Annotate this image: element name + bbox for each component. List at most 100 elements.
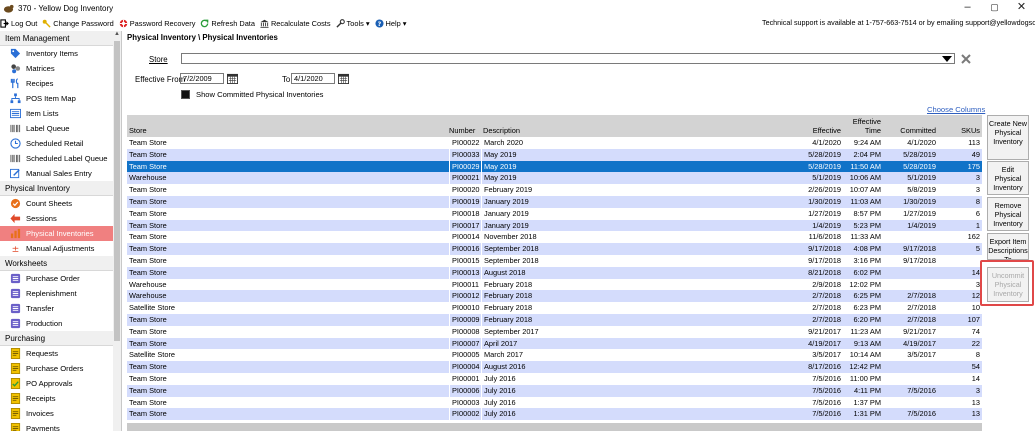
table-row[interactable]: Warehouse PI00012 February 2018 2/7/2018 6:2… xyxy=(127,290,982,303)
column-header-committed[interactable]: Committed xyxy=(900,126,936,135)
tools-menu[interactable]: Tools ▾ xyxy=(335,19,370,28)
table-row[interactable]: Warehouse PI00021 May 2019 5/1/2019 10:06 AM… xyxy=(127,172,982,185)
sidebar-item-replenishment[interactable]: Replenishment xyxy=(0,286,114,301)
sidebar-section-purchasing[interactable]: Purchasing xyxy=(0,331,114,346)
cell-number: PI00005 xyxy=(449,349,480,362)
sidebar-item-manual-sales-entry[interactable]: Manual Sales Entry xyxy=(0,166,114,181)
table-row[interactable]: Team Store PI00016 September 2018 9/17/2018… xyxy=(127,243,982,255)
table-row[interactable]: Team Store PI00018 January 2019 1/27/2019 8:… xyxy=(127,207,982,220)
sidebar-item-production[interactable]: Production xyxy=(0,316,114,331)
sidebar-item-sessions[interactable]: Sessions xyxy=(0,211,114,226)
sidebar-item-manual-adjustments[interactable]: ± Manual Adjustments xyxy=(0,241,114,256)
create-physical-inventory-button[interactable]: Create New Physical Inventory xyxy=(987,115,1029,160)
calendar-icon[interactable] xyxy=(227,73,238,84)
cell-number: PI00009 xyxy=(449,313,480,326)
sidebar-item-pos-item-map[interactable]: POS Item Map xyxy=(0,91,114,106)
sidebar-section-item-management[interactable]: Item Management xyxy=(0,31,114,46)
cell-description: May 2019 xyxy=(481,148,516,161)
column-header-store[interactable]: Store xyxy=(129,126,147,135)
effective-from-field[interactable]: 7/2/2009 xyxy=(180,73,224,84)
sidebar-item-physical-inventories[interactable]: Physical Inventories xyxy=(0,226,114,241)
sidebar-item-receipts[interactable]: Receipts xyxy=(0,391,114,406)
table-row[interactable]: Team Store PI00019 January 2019 1/30/2019 11… xyxy=(127,195,982,208)
cell-store: Warehouse xyxy=(129,291,167,301)
sidebar-item-label-queue[interactable]: Label Queue xyxy=(0,121,114,136)
cell-number: PI00012 xyxy=(449,290,480,303)
table-row[interactable]: Warehouse PI00011 February 2018 2/9/2018 12:… xyxy=(127,278,982,291)
grid-horizontal-scrollbar[interactable] xyxy=(127,423,982,431)
table-row[interactable]: Satellite Store PI00005 March 2017 3/5/2017… xyxy=(127,349,982,362)
sidebar-item-invoices[interactable]: Invoices xyxy=(0,406,114,421)
column-header-effective-time-line1[interactable]: Effective xyxy=(853,117,881,126)
sidebar-scrollbar[interactable]: ▲ xyxy=(113,31,121,431)
export-item-descriptions-button[interactable]: Export Item Descriptions To xyxy=(987,233,1029,260)
table-row[interactable]: Team Store PI00013 August 2018 8/21/2018 6:0… xyxy=(127,266,982,279)
help-menu[interactable]: ? Help ▾ xyxy=(374,19,407,28)
minimize-button[interactable]: – xyxy=(954,0,981,17)
sidebar-item-transfer[interactable]: Transfer xyxy=(0,301,114,316)
sidebar-item-po-approvals[interactable]: PO Approvals xyxy=(0,376,114,391)
table-row[interactable]: Team Store PI00002 July 2016 7/5/2016 1:31 P… xyxy=(127,408,982,421)
checkbox-box[interactable] xyxy=(181,90,190,99)
sidebar-item-payments[interactable]: Payments xyxy=(0,421,114,431)
logout-button[interactable]: Log Out xyxy=(0,19,37,28)
sidebar-item-requests[interactable]: Requests xyxy=(0,346,114,361)
sidebar-item-purchase-order-worksheet[interactable]: Purchase Order xyxy=(0,271,114,286)
cell-effective-time: 12:02 PM xyxy=(849,279,881,289)
table-row[interactable]: Team Store PI00008 September 2017 9/21/2017… xyxy=(127,325,982,338)
close-button[interactable]: ✕ xyxy=(1008,0,1035,17)
table-row[interactable]: Team Store PI00004 August 2016 8/17/2016 12:… xyxy=(127,361,982,373)
recalculate-costs-button[interactable]: Recalculate Costs xyxy=(260,19,331,28)
refresh-data-button[interactable]: Refresh Data xyxy=(200,19,255,28)
sidebar-item-inventory-items[interactable]: Inventory Items xyxy=(0,46,114,61)
table-row[interactable]: Team Store PI00009 February 2018 2/7/2018 6:… xyxy=(127,313,982,326)
cell-description: September 2017 xyxy=(481,325,539,338)
column-header-skus[interactable]: SKUs xyxy=(961,126,980,135)
sidebar-item-item-lists[interactable]: Item Lists xyxy=(0,106,114,121)
sidebar-section-worksheets[interactable]: Worksheets xyxy=(0,256,114,271)
show-committed-checkbox[interactable]: Show Committed Physical Inventories xyxy=(181,90,323,99)
password-recovery-button[interactable]: Password Recovery xyxy=(119,19,195,28)
table-row[interactable]: Team Store PI00022 March 2020 4/1/2020 9:24 … xyxy=(127,137,982,149)
table-row[interactable]: Team Store PI00020 February 2019 2/26/2019 1… xyxy=(127,184,982,196)
effective-to-field[interactable]: 4/1/2020 xyxy=(291,73,335,84)
choose-columns-link[interactable]: Choose Columns xyxy=(927,105,985,114)
document-icon xyxy=(10,423,21,431)
sidebar-item-purchase-orders[interactable]: Purchase Orders xyxy=(0,361,114,376)
table-row[interactable]: Team Store PI00001 July 2016 7/5/2016 11:00 … xyxy=(127,372,982,385)
sidebar-item-matrices[interactable]: Matrices xyxy=(0,61,114,76)
chevron-down-icon[interactable] xyxy=(942,56,952,62)
table-row[interactable]: Team Store PI00007 April 2017 4/19/2017 9:13… xyxy=(127,337,982,350)
remove-physical-inventory-button[interactable]: Remove Physical Inventory xyxy=(987,197,1029,231)
table-row[interactable]: Team Store PI00003 July 2016 7/5/2016 1:37 P… xyxy=(127,396,982,409)
sidebar-item-label: Invoices xyxy=(26,409,54,418)
sidebar-item-recipes[interactable]: Recipes xyxy=(0,76,114,91)
store-dropdown[interactable] xyxy=(181,53,955,64)
table-row[interactable]: Team Store PI00014 November 2018 11/6/2018 1… xyxy=(127,231,982,244)
table-row[interactable]: Team Store PI00015 September 2018 9/17/2018… xyxy=(127,254,982,267)
column-header-effective-time-line2[interactable]: Time xyxy=(865,126,881,135)
table-row[interactable]: Satellite Store PI00010 February 2018 2/7/2… xyxy=(127,302,982,314)
sidebar-scroll-thumb[interactable] xyxy=(114,41,120,341)
sidebar-item-scheduled-label-queue[interactable]: Scheduled Label Queue xyxy=(0,151,114,166)
cell-skus: 8 xyxy=(975,196,980,206)
change-password-button[interactable]: Change Password xyxy=(42,19,114,28)
table-row[interactable]: Team Store PI00029 May 2019 5/28/2019 11:50 … xyxy=(127,160,982,173)
column-header-description[interactable]: Description xyxy=(483,126,520,135)
column-header-effective[interactable]: Effective xyxy=(813,126,841,135)
cell-number: PI00008 xyxy=(449,325,480,338)
sidebar-item-count-sheets[interactable]: Count Sheets xyxy=(0,196,114,211)
table-row[interactable]: Team Store PI00033 May 2019 5/28/2019 2:04 P… xyxy=(127,148,982,161)
sidebar-item-scheduled-retail[interactable]: Scheduled Retail xyxy=(0,136,114,151)
scroll-up-icon[interactable]: ▲ xyxy=(113,31,121,40)
column-header-number[interactable]: Number xyxy=(449,126,475,135)
edit-physical-inventory-button[interactable]: Edit Physical Inventory xyxy=(987,161,1029,195)
table-row[interactable]: Team Store PI00017 January 2019 1/4/2019 5:2… xyxy=(127,219,982,232)
clear-store-icon[interactable] xyxy=(960,53,972,65)
key-icon xyxy=(43,19,51,28)
sidebar-item-label: PO Approvals xyxy=(26,379,73,388)
maximize-button[interactable]: ▢ xyxy=(981,0,1008,17)
calendar-icon[interactable] xyxy=(338,73,349,84)
sidebar-section-physical-inventory[interactable]: Physical Inventory xyxy=(0,181,114,196)
table-row[interactable]: Team Store PI00006 July 2016 7/5/2016 4:11 P… xyxy=(127,384,982,397)
